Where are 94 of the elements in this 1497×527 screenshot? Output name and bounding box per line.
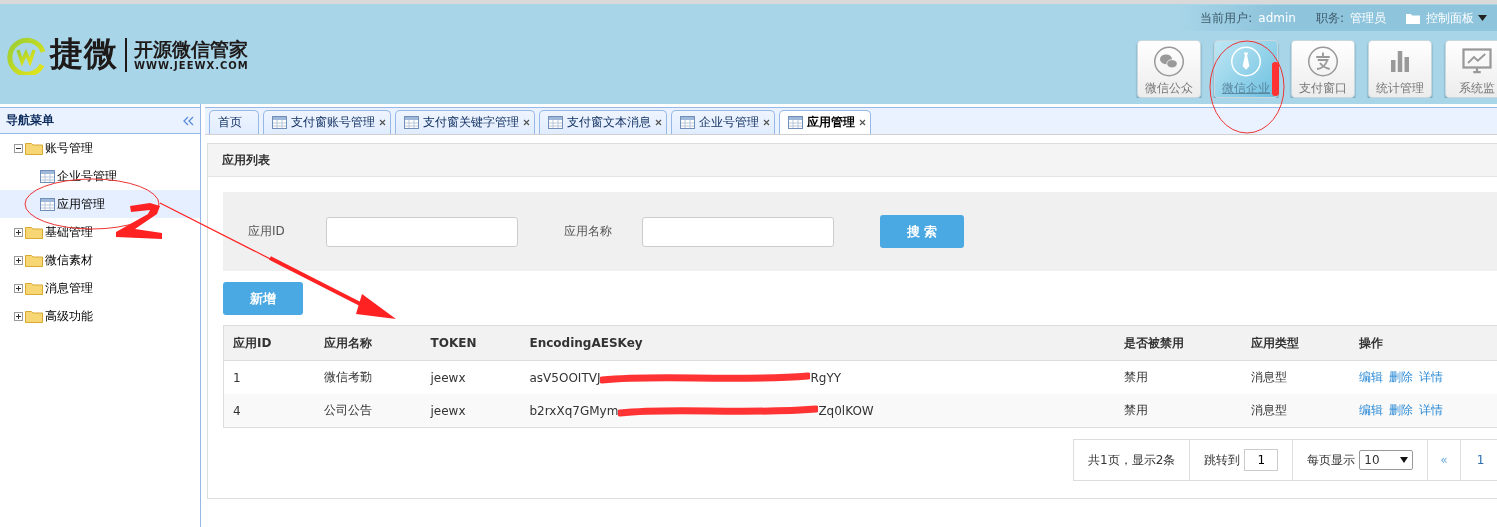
tab[interactable]: 企业号管理 bbox=[671, 110, 775, 134]
table-icon bbox=[40, 197, 55, 211]
table-cell: 1 bbox=[223, 360, 315, 394]
table-cell: 消息型 bbox=[1241, 360, 1350, 394]
close-icon[interactable] bbox=[763, 119, 770, 126]
tab[interactable]: 首页 bbox=[209, 110, 259, 134]
expand-icon[interactable] bbox=[14, 311, 23, 321]
tree-item-label[interactable]: 账号管理 bbox=[45, 139, 93, 157]
logo-url: WWW.JEEWX.COM bbox=[134, 60, 249, 71]
payment-icon bbox=[1306, 45, 1340, 78]
collapse-sidebar-icon[interactable] bbox=[182, 115, 194, 126]
tab[interactable]: 支付窗文本消息 bbox=[539, 110, 667, 134]
table-cell: 4 bbox=[223, 394, 315, 428]
field-label: 应用ID bbox=[248, 223, 286, 240]
expand-icon[interactable] bbox=[14, 283, 23, 293]
field-label: 应用名称 bbox=[564, 223, 613, 240]
key-text: asV5OOITVJ bbox=[529, 370, 601, 385]
user-name: admin bbox=[1258, 11, 1296, 25]
action-link[interactable]: 删除 bbox=[1388, 403, 1413, 417]
tree-item-label[interactable]: 高级功能 bbox=[45, 307, 93, 325]
column-header: 操作 bbox=[1349, 325, 1497, 361]
caret-icon bbox=[1478, 15, 1487, 21]
table-icon bbox=[40, 169, 55, 183]
nav-button[interactable]: 统计管理 bbox=[1368, 40, 1432, 98]
role-label: 职务: bbox=[1315, 9, 1344, 27]
role-name: 管理员 bbox=[1350, 9, 1386, 27]
jump-label: 跳转到 bbox=[1204, 451, 1241, 469]
page-summary: 共1页，显示2条 bbox=[1088, 451, 1176, 469]
annotation-mark bbox=[1272, 62, 1279, 96]
folder-icon bbox=[25, 225, 43, 239]
expand-icon[interactable] bbox=[14, 255, 23, 265]
close-icon[interactable] bbox=[655, 119, 662, 126]
close-icon[interactable] bbox=[523, 119, 530, 126]
column-header: 是否被禁用 bbox=[1114, 325, 1242, 361]
tree-item-label[interactable]: 基础管理 bbox=[45, 223, 93, 241]
jump-input[interactable]: 1 bbox=[1244, 449, 1279, 471]
table-icon bbox=[548, 116, 563, 129]
user-label: 当前用户: bbox=[1200, 9, 1253, 27]
close-icon[interactable] bbox=[859, 119, 866, 126]
table-cell: jeewx bbox=[421, 394, 521, 428]
page-link[interactable]: 1 bbox=[1476, 453, 1485, 467]
logo-brand: 捷微 bbox=[50, 33, 118, 75]
table-icon bbox=[680, 116, 695, 129]
table-cell: 公司公告 bbox=[314, 394, 422, 428]
action-link[interactable]: 详情 bbox=[1418, 370, 1443, 384]
table-icon bbox=[272, 116, 287, 129]
tab[interactable]: 支付窗关键字管理 bbox=[395, 110, 535, 134]
folder-icon bbox=[25, 253, 43, 267]
tree-item-label[interactable]: 企业号管理 bbox=[57, 167, 117, 185]
key-text: RgYY bbox=[810, 370, 842, 385]
column-header: EncodingAESKey bbox=[520, 325, 1115, 361]
folder-icon bbox=[25, 281, 43, 295]
chat-icon bbox=[1152, 45, 1186, 78]
page-size-label: 每页显示 bbox=[1307, 451, 1356, 469]
column-header: 应用名称 bbox=[314, 325, 422, 361]
folder-icon bbox=[1406, 12, 1420, 24]
nav-button[interactable]: 支付窗口 bbox=[1291, 40, 1355, 98]
annotation-scribble bbox=[116, 203, 162, 239]
panel-title: 应用列表 bbox=[208, 144, 1497, 177]
table-cell: 禁用 bbox=[1114, 394, 1242, 428]
nav-button[interactable]: 微信公众 bbox=[1137, 40, 1201, 98]
input-field[interactable] bbox=[326, 216, 518, 247]
key-text: Zq0lKOW bbox=[818, 403, 874, 418]
table-icon bbox=[788, 116, 803, 129]
folder-icon bbox=[25, 309, 43, 323]
tab[interactable]: 支付窗账号管理 bbox=[263, 110, 391, 134]
action-link[interactable]: 删除 bbox=[1388, 370, 1413, 384]
table-cell: 禁用 bbox=[1114, 360, 1242, 394]
page-size-select[interactable]: 10 bbox=[1359, 450, 1414, 470]
collapse-icon[interactable] bbox=[14, 143, 23, 153]
close-icon[interactable] bbox=[379, 119, 386, 126]
caret-icon bbox=[1400, 457, 1409, 463]
tab[interactable]: 应用管理 bbox=[779, 110, 871, 134]
tree-item-label[interactable]: 应用管理 bbox=[57, 195, 105, 213]
table-cell: 消息型 bbox=[1241, 394, 1350, 428]
action-link[interactable]: 编辑 bbox=[1358, 370, 1383, 384]
action-link[interactable]: 编辑 bbox=[1358, 403, 1383, 417]
table-icon bbox=[404, 116, 419, 129]
expand-icon[interactable] bbox=[14, 227, 23, 237]
action-link[interactable]: 详情 bbox=[1418, 403, 1443, 417]
sidebar-title: 导航菜单 bbox=[6, 112, 54, 129]
table-cell: jeewx bbox=[421, 360, 521, 394]
nav-button[interactable]: 系统监 bbox=[1445, 40, 1497, 98]
tree-item-label[interactable]: 消息管理 bbox=[45, 279, 93, 297]
column-header: TOKEN bbox=[421, 325, 521, 361]
key-text: b2rxXq7GMym bbox=[529, 403, 619, 418]
tie-icon bbox=[1229, 45, 1263, 78]
table-cell: 微信考勤 bbox=[314, 360, 422, 394]
folder-icon bbox=[25, 141, 43, 155]
logo-tagline: 开源微信管家 bbox=[134, 38, 249, 60]
tree-item-label[interactable]: 微信素材 bbox=[45, 251, 93, 269]
column-header: 应用类型 bbox=[1241, 325, 1350, 361]
input-field[interactable] bbox=[642, 216, 834, 247]
column-header: 应用ID bbox=[223, 325, 315, 361]
